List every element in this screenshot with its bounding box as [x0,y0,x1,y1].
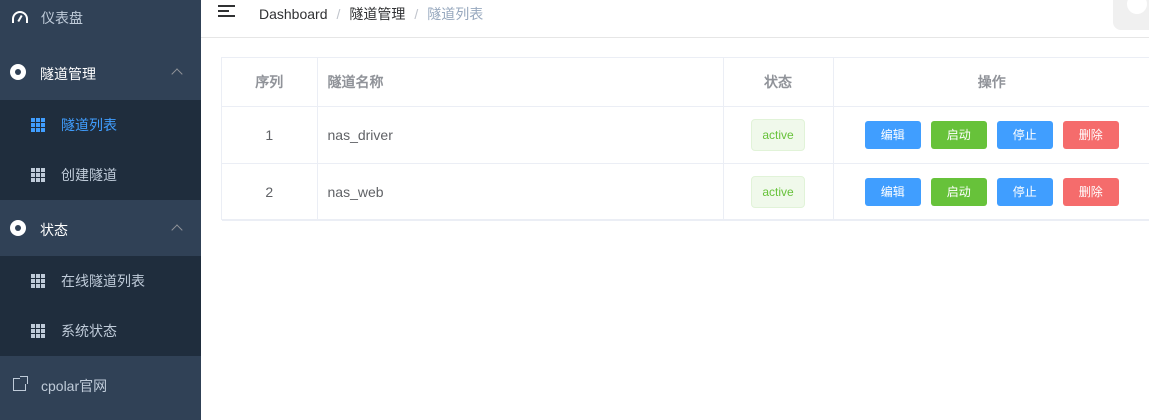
sidebar: 仪表盘 隧道管理 隧道列表 创建隧道 状态 在线隧道列表 系统状态 cpolar… [0,0,201,420]
sidebar-item-label: 系统状态 [61,323,117,339]
grid-icon [31,324,45,338]
tunnel-name: nas_web [317,163,724,221]
sidebar-item-online-tunnels[interactable]: 在线隧道列表 [0,256,201,306]
breadcrumb-item-tunnel-mgmt[interactable]: 隧道管理 [349,4,405,24]
submenu-status: 在线隧道列表 系统状态 [0,256,201,356]
avatar[interactable] [1113,0,1149,30]
column-header-status: 状态 [723,58,834,107]
status-cell: active [723,163,834,221]
row-index: 2 [222,163,318,221]
breadcrumb-separator: / [414,6,419,22]
stop-button[interactable]: 停止 [996,120,1053,149]
navbar: Dashboard / 隧道管理 / 隧道列表 [201,0,1149,38]
delete-button[interactable]: 删除 [1062,120,1119,149]
hamburger-icon[interactable] [218,5,235,18]
column-header-actions: 操作 [833,58,1149,107]
start-button[interactable]: 启动 [930,177,987,206]
gauge-icon [12,9,28,25]
breadcrumb-item-tunnel-list: 隧道列表 [427,6,484,22]
chevron-up-icon [171,224,183,236]
table-row: 1 nas_driver active 编辑 启动 停止 删除 [222,106,1149,164]
start-button[interactable]: 启动 [930,120,987,149]
grid-icon [31,118,45,132]
breadcrumb: Dashboard / 隧道管理 / 隧道列表 [259,4,483,24]
table-row: 2 nas_web active 编辑 启动 停止 删除 [222,163,1149,221]
edit-button[interactable]: 编辑 [864,120,921,149]
sidebar-item-tunnel-list[interactable]: 隧道列表 [0,100,201,150]
status-badge: active [751,175,805,208]
grid-icon [31,274,45,288]
table-header-row: 序列 隧道名称 状态 操作 [222,58,1149,107]
sidebar-item-label: cpolar官网 [41,378,108,394]
sidebar-item-label: 状态 [40,222,68,238]
grid-icon [31,168,45,182]
edit-button[interactable]: 编辑 [864,177,921,206]
sidebar-submenu-status[interactable]: 状态 [0,203,201,253]
column-header-index: 序列 [222,58,318,107]
actions-cell: 编辑 启动 停止 删除 [833,163,1149,221]
actions-cell: 编辑 启动 停止 删除 [833,106,1149,164]
breadcrumb-item-dashboard[interactable]: Dashboard [259,6,328,22]
sidebar-item-dashboard[interactable]: 仪表盘 [0,0,201,33]
sidebar-item-label: 隧道管理 [40,66,96,82]
tunnel-table: 序列 隧道名称 状态 操作 1 nas_driver active 编辑 启动 … [221,57,1149,221]
circle-icon [10,64,26,80]
breadcrumb-separator: / [336,6,341,22]
external-link-icon [11,375,28,392]
sidebar-item-cpolar-site[interactable]: cpolar官网 [0,359,201,409]
tunnel-name: nas_driver [317,106,724,164]
submenu-tunnel-mgmt: 隧道列表 创建隧道 [0,100,201,200]
chevron-up-icon [171,68,183,80]
sidebar-item-label: 隧道列表 [61,117,117,133]
sidebar-item-create-tunnel[interactable]: 创建隧道 [0,150,201,200]
app-root: 仪表盘 隧道管理 隧道列表 创建隧道 状态 在线隧道列表 系统状态 cpolar… [0,0,1149,420]
column-header-name: 隧道名称 [317,58,724,107]
sidebar-item-system-status[interactable]: 系统状态 [0,306,201,356]
status-cell: active [723,106,834,164]
sidebar-item-label: 仪表盘 [41,10,83,26]
row-index: 1 [222,106,318,164]
sidebar-item-label: 在线隧道列表 [61,273,145,289]
status-badge: active [751,118,805,151]
sidebar-submenu-tunnel-mgmt[interactable]: 隧道管理 [0,47,201,97]
circle-icon [10,220,26,236]
sidebar-item-label: 创建隧道 [61,167,117,183]
stop-button[interactable]: 停止 [996,177,1053,206]
delete-button[interactable]: 删除 [1062,177,1119,206]
